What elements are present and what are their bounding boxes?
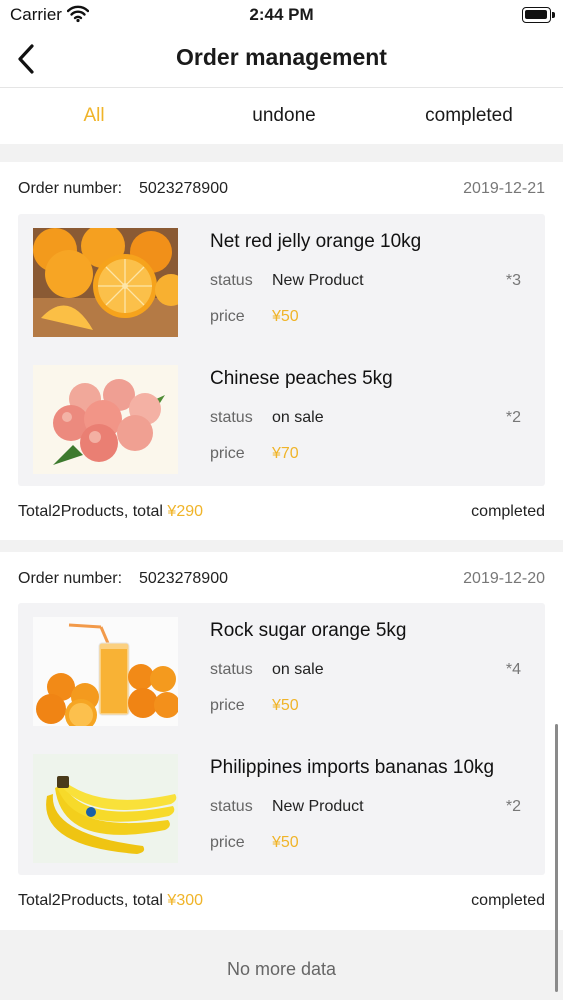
product-name: Chinese peaches 5kg: [210, 368, 393, 389]
total-label: Total2Products, total: [18, 503, 168, 520]
battery-icon: [522, 7, 555, 23]
clock: 2:44 PM: [249, 5, 314, 24]
product-price: ¥50: [272, 308, 299, 325]
status-label: status: [210, 661, 253, 678]
status-label: status: [210, 798, 253, 815]
order-date: 2019-12-20: [463, 570, 545, 587]
tab-completed[interactable]: completed: [379, 105, 559, 127]
order-card[interactable]: Order number: 5023278900 2019-12-20 Rock…: [0, 552, 563, 930]
product-price: ¥50: [272, 834, 299, 851]
status-label: status: [210, 409, 253, 426]
product-price: ¥50: [272, 697, 299, 714]
total-amount: ¥290: [167, 503, 204, 520]
product-quantity: *4: [505, 661, 521, 678]
order-total: Total2Products, total ¥290: [18, 503, 203, 521]
total-amount: ¥300: [167, 892, 204, 909]
order-footer: Total2Products, total ¥300 completed: [18, 892, 545, 914]
product-name: Philippines imports bananas 10kg: [210, 757, 495, 778]
product-name: Rock sugar orange 5kg: [210, 620, 407, 641]
product-status: New Product: [272, 798, 364, 815]
tab-bar: All undone completed: [0, 88, 563, 144]
product-quantity: *3: [505, 272, 521, 289]
banana-image: [33, 754, 178, 863]
product-status: on sale: [272, 661, 324, 678]
order-total: Total2Products, total ¥300: [18, 892, 203, 910]
page-title: Order management: [176, 44, 387, 70]
order-number: 5023278900: [139, 570, 228, 587]
order-header: Order number: 5023278900 2019-12-21: [18, 180, 545, 202]
order-date: 2019-12-21: [463, 180, 545, 197]
total-label: Total2Products, total: [18, 892, 168, 909]
price-label: price: [210, 697, 245, 714]
product-status: New Product: [272, 272, 364, 289]
tab-all[interactable]: All: [4, 105, 184, 127]
scrollbar[interactable]: [555, 724, 558, 992]
product-quantity: *2: [505, 409, 521, 426]
peach-image: [33, 365, 178, 474]
orange-juice-image: [33, 617, 178, 726]
order-status: completed: [471, 503, 545, 520]
product-price: ¥70: [272, 445, 299, 462]
status-label: status: [210, 272, 253, 289]
product-quantity: *2: [505, 798, 521, 815]
product-item[interactable]: Chinese peaches 5kg status on sale *2 pr…: [18, 351, 545, 488]
price-label: price: [210, 308, 245, 325]
price-label: price: [210, 834, 245, 851]
order-card[interactable]: Order number: 5023278900 2019-12-21 Net …: [0, 162, 563, 540]
order-number: 5023278900: [139, 180, 228, 197]
order-number-label: Order number:: [18, 570, 123, 587]
product-item[interactable]: Rock sugar orange 5kg status on sale *4 …: [18, 603, 545, 740]
product-name: Net red jelly orange 10kg: [210, 231, 422, 252]
product-item[interactable]: Philippines imports bananas 10kg status …: [18, 740, 545, 877]
product-list: Net red jelly orange 10kg status New Pro…: [18, 214, 545, 486]
order-status: completed: [471, 892, 545, 909]
status-bar: Carrier 2:44 PM: [0, 0, 563, 32]
product-status: on sale: [272, 409, 324, 426]
no-more-data-label: No more data: [226, 959, 337, 979]
product-item[interactable]: Net red jelly orange 10kg status New Pro…: [18, 214, 545, 351]
price-label: price: [210, 445, 245, 462]
nav-bar: Order management: [0, 32, 563, 88]
tab-undone[interactable]: undone: [194, 105, 374, 127]
product-list: Rock sugar orange 5kg status on sale *4 …: [18, 603, 545, 875]
order-number-label: Order number:: [18, 180, 123, 197]
order-footer: Total2Products, total ¥290 completed: [18, 503, 545, 525]
order-header: Order number: 5023278900 2019-12-20: [18, 570, 545, 592]
orange-image: [33, 228, 178, 337]
